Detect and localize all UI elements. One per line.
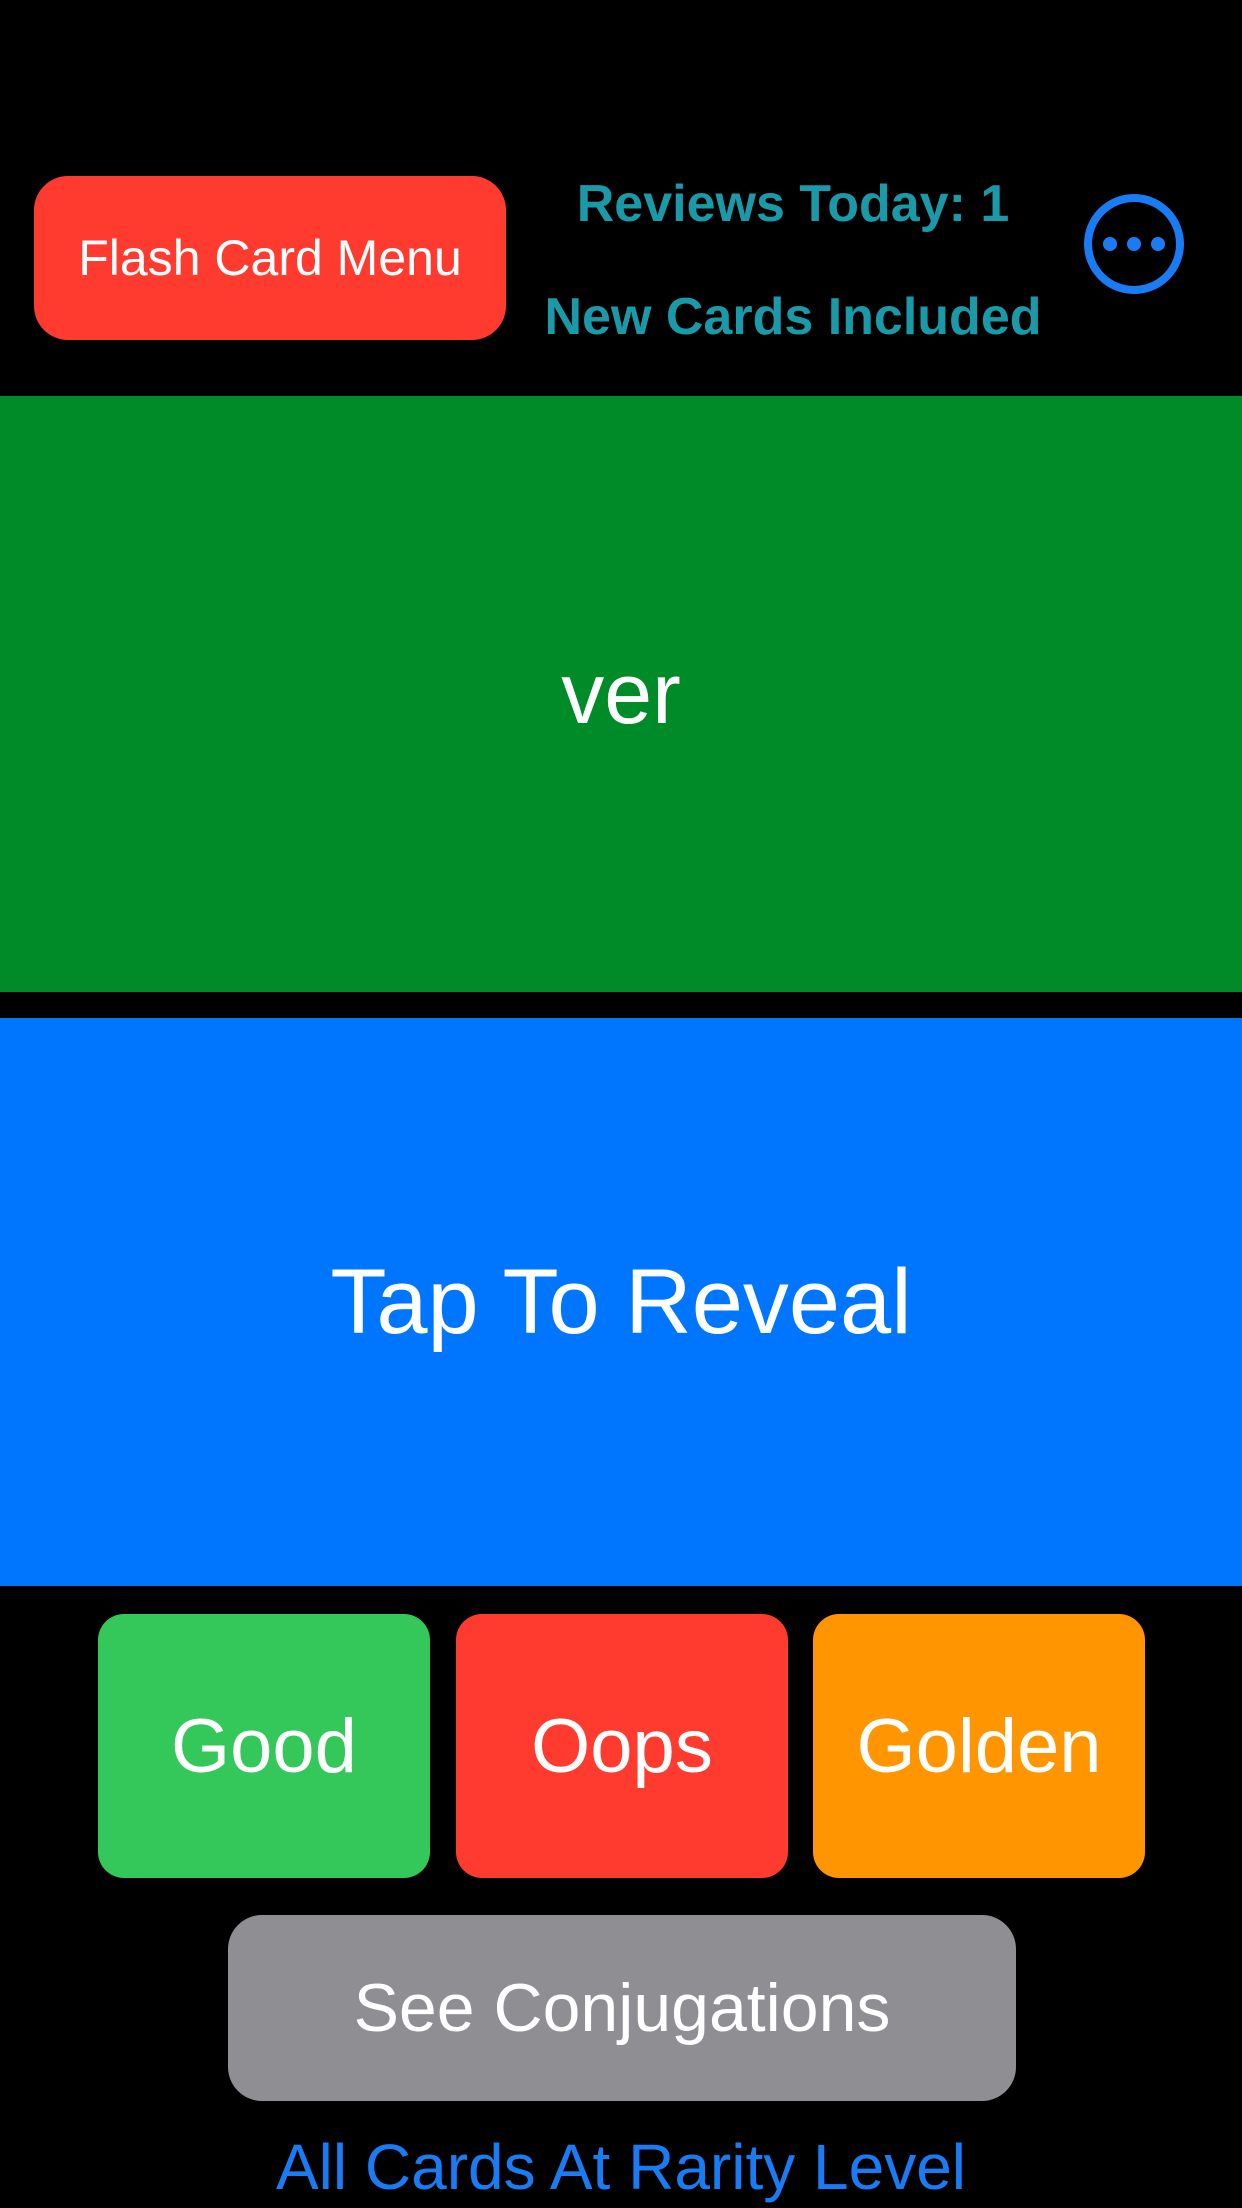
flash-card-menu-button[interactable]: Flash Card Menu bbox=[34, 176, 506, 340]
all-cards-at-rarity-level-link[interactable]: All Cards At Rarity Level bbox=[0, 2132, 1242, 2208]
good-button[interactable]: Good bbox=[98, 1614, 430, 1878]
ellipsis-circle-icon[interactable] bbox=[1084, 194, 1184, 294]
new-cards-status-label: New Cards Included bbox=[544, 287, 1042, 346]
header-status: Reviews Today: 1 New Cards Included bbox=[520, 175, 1066, 346]
tap-to-reveal-button[interactable]: Tap To Reveal bbox=[0, 1018, 1242, 1586]
card-front-word: ver bbox=[561, 645, 681, 742]
dot-icon bbox=[1103, 237, 1117, 251]
reviews-today-label: Reviews Today: 1 bbox=[576, 175, 1010, 233]
card-front[interactable]: ver bbox=[0, 396, 1242, 992]
golden-button[interactable]: Golden bbox=[813, 1614, 1145, 1878]
dot-icon bbox=[1151, 237, 1165, 251]
dot-icon bbox=[1127, 237, 1141, 251]
reveal-label: Tap To Reveal bbox=[330, 1250, 912, 1353]
oops-button[interactable]: Oops bbox=[456, 1614, 788, 1878]
see-conjugations-button[interactable]: See Conjugations bbox=[228, 1915, 1016, 2101]
